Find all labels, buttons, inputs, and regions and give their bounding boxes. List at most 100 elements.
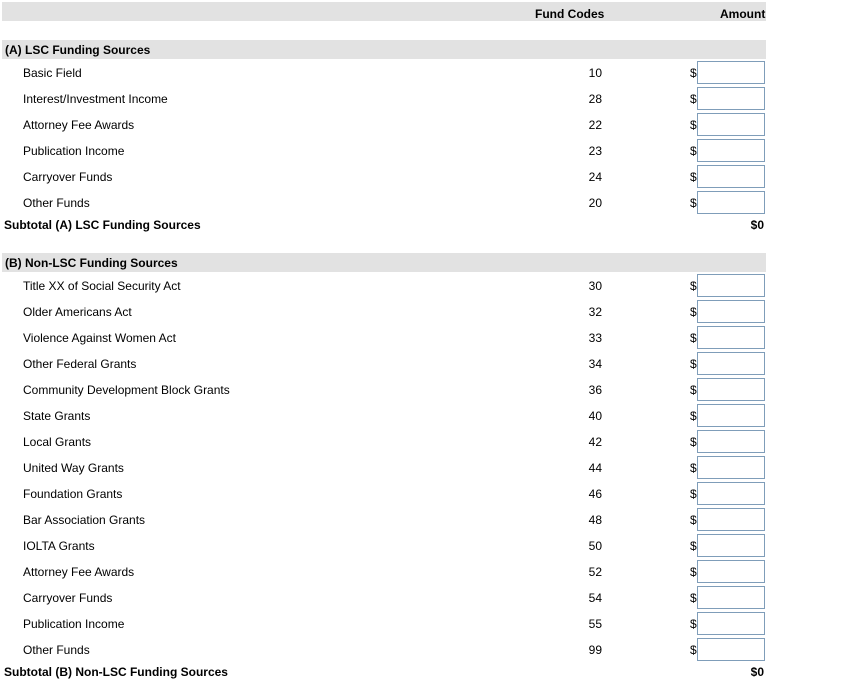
amount-input[interactable]: [697, 482, 765, 505]
fund-source-label: Basic Field: [23, 66, 82, 80]
subtotal-a-value: $0: [750, 218, 764, 232]
fund-code: 32: [588, 305, 602, 319]
amount-input[interactable]: [697, 638, 765, 661]
currency-symbol: $: [690, 279, 697, 293]
currency-symbol: $: [690, 643, 697, 657]
fund-code: 30: [588, 279, 602, 293]
fund-code: 40: [588, 409, 602, 423]
fund-source-label: United Way Grants: [23, 461, 124, 475]
amount-header: Amount: [720, 7, 766, 21]
amount-input[interactable]: [697, 165, 765, 188]
amount-input[interactable]: [697, 61, 765, 84]
amount-input[interactable]: [697, 139, 765, 162]
currency-symbol: $: [690, 92, 697, 106]
currency-symbol: $: [690, 513, 697, 527]
currency-symbol: $: [690, 409, 697, 423]
fund-code: 42: [588, 435, 602, 449]
amount-input[interactable]: [697, 326, 765, 349]
fund-row: Other Federal Grants 34 $: [0, 352, 852, 378]
fund-source-label: Bar Association Grants: [23, 513, 146, 527]
subtotal-a-label: Subtotal (A) LSC Funding Sources: [4, 218, 201, 232]
fund-codes-header: Fund Codes: [535, 7, 605, 21]
fund-code: 28: [588, 92, 602, 106]
currency-symbol: $: [690, 461, 697, 475]
amount-input[interactable]: [697, 612, 765, 635]
subtotal-a-row: Subtotal (A) LSC Funding Sources $0: [0, 217, 852, 235]
fund-row: Other Funds 20 $: [0, 191, 852, 217]
fund-row: Carryover Funds 54 $: [0, 586, 852, 612]
amount-input[interactable]: [697, 352, 765, 375]
fund-row: Attorney Fee Awards 22 $: [0, 113, 852, 139]
fund-code: 44: [588, 461, 602, 475]
fund-code: 23: [588, 144, 602, 158]
amount-input[interactable]: [697, 378, 765, 401]
fund-source-label: Other Federal Grants: [23, 357, 137, 371]
currency-symbol: $: [690, 383, 697, 397]
fund-code: 33: [588, 331, 602, 345]
fund-row: Community Development Block Grants 36 $: [0, 378, 852, 404]
section-b-title: (B) Non-LSC Funding Sources: [5, 256, 178, 270]
amount-input[interactable]: [697, 430, 765, 453]
fund-source-label: State Grants: [23, 409, 91, 423]
currency-symbol: $: [690, 170, 697, 184]
fund-row: Older Americans Act 32 $: [0, 300, 852, 326]
fund-source-label: Publication Income: [23, 144, 125, 158]
fund-row: Carryover Funds 24 $: [0, 165, 852, 191]
fund-code: 54: [588, 591, 602, 605]
column-header-band: Fund Codes Amount: [2, 2, 766, 21]
section-b-header: (B) Non-LSC Funding Sources: [2, 253, 766, 272]
fund-source-label: Foundation Grants: [23, 487, 123, 501]
fund-row: Other Funds 99 $: [0, 638, 852, 664]
amount-input[interactable]: [697, 560, 765, 583]
fund-row: Basic Field 10 $: [0, 61, 852, 87]
currency-symbol: $: [690, 144, 697, 158]
amount-input[interactable]: [697, 456, 765, 479]
currency-symbol: $: [690, 357, 697, 371]
amount-input[interactable]: [697, 87, 765, 110]
amount-input[interactable]: [697, 274, 765, 297]
currency-symbol: $: [690, 118, 697, 132]
fund-code: 99: [588, 643, 602, 657]
fund-source-label: Publication Income: [23, 617, 125, 631]
fund-source-label: Attorney Fee Awards: [23, 565, 135, 579]
currency-symbol: $: [690, 435, 697, 449]
fund-row: Local Grants 42 $: [0, 430, 852, 456]
amount-input[interactable]: [697, 586, 765, 609]
fund-row: State Grants 40 $: [0, 404, 852, 430]
fund-row: Attorney Fee Awards 52 $: [0, 560, 852, 586]
amount-input[interactable]: [697, 404, 765, 427]
fund-row: Foundation Grants 46 $: [0, 482, 852, 508]
fund-code: 20: [588, 196, 602, 210]
currency-symbol: $: [690, 305, 697, 319]
amount-input[interactable]: [697, 300, 765, 323]
fund-code: 52: [588, 565, 602, 579]
currency-symbol: $: [690, 66, 697, 80]
currency-symbol: $: [690, 565, 697, 579]
currency-symbol: $: [690, 617, 697, 631]
fund-source-label: Community Development Block Grants: [23, 383, 230, 397]
currency-symbol: $: [690, 539, 697, 553]
fund-row: Publication Income 55 $: [0, 612, 852, 638]
fund-code: 22: [588, 118, 602, 132]
fund-source-label: Title XX of Social Security Act: [23, 279, 181, 293]
amount-input[interactable]: [697, 113, 765, 136]
fund-code: 24: [588, 170, 602, 184]
subtotal-b-row: Subtotal (B) Non-LSC Funding Sources $0: [0, 664, 852, 682]
fund-row: Publication Income 23 $: [0, 139, 852, 165]
fund-row: Violence Against Women Act 33 $: [0, 326, 852, 352]
fund-source-label: Local Grants: [23, 435, 92, 449]
amount-input[interactable]: [697, 508, 765, 531]
fund-row: Title XX of Social Security Act 30 $: [0, 274, 852, 300]
fund-source-label: Other Funds: [23, 196, 90, 210]
subtotal-b-label: Subtotal (B) Non-LSC Funding Sources: [4, 665, 228, 679]
fund-source-label: Interest/Investment Income: [23, 92, 168, 106]
amount-input[interactable]: [697, 191, 765, 214]
amount-input[interactable]: [697, 534, 765, 557]
fund-row: Interest/Investment Income 28 $: [0, 87, 852, 113]
fund-row: IOLTA Grants 50 $: [0, 534, 852, 560]
fund-code: 34: [588, 357, 602, 371]
fund-code: 10: [588, 66, 602, 80]
fund-code: 48: [588, 513, 602, 527]
fund-source-label: Other Funds: [23, 643, 90, 657]
fund-code: 55: [588, 617, 602, 631]
